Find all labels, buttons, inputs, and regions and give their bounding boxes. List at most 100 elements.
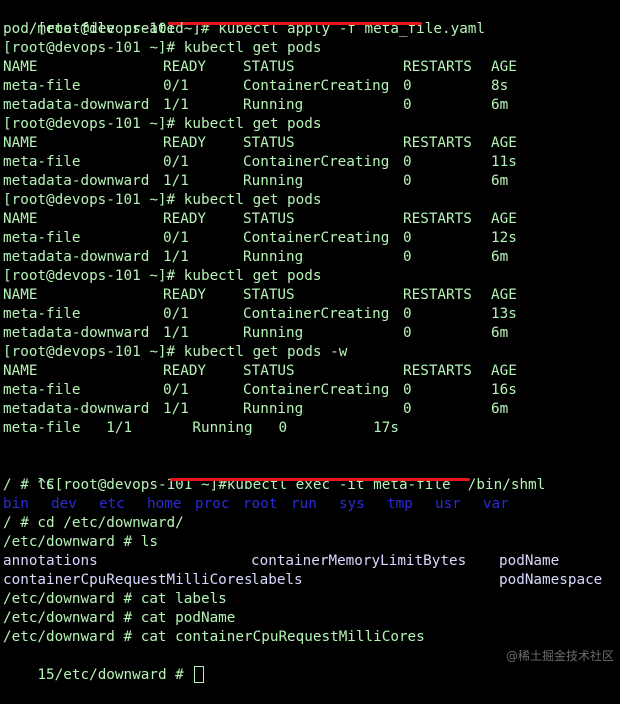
- table-row: meta-file 0/1 ContainerCreating 0 8s: [3, 77, 620, 96]
- cell: 16s: [491, 382, 517, 398]
- cell: STATUS: [243, 135, 295, 151]
- cell: ContainerCreating: [243, 382, 390, 398]
- directory-entry: var: [483, 496, 509, 512]
- command-line: [root@devops-101 ~]# kubectl get pods: [3, 116, 322, 132]
- cell: READY: [163, 59, 207, 75]
- cell: AGE: [491, 363, 517, 379]
- file-row: annotations containerMemoryLimitBytes podN…: [3, 552, 620, 571]
- cell: 0: [403, 230, 412, 246]
- cell: Running: [243, 249, 304, 265]
- cell: 13s: [491, 306, 517, 322]
- cell: Running: [243, 97, 304, 113]
- cell: 0/1: [163, 382, 189, 398]
- directory-entry: usr: [435, 496, 461, 512]
- file-entry: containerMemoryLimitBytes: [251, 553, 467, 569]
- cell: NAME: [3, 211, 38, 227]
- cell: Running: [243, 401, 304, 417]
- cell: 0: [403, 154, 412, 170]
- cell: RESTARTS: [403, 363, 472, 379]
- directory-entry: home: [147, 496, 182, 512]
- cell: 6m: [491, 325, 509, 341]
- cell: 0: [403, 325, 412, 341]
- cell: metadata-downward: [3, 249, 150, 265]
- table-row: meta-file 0/1 ContainerCreating 0 13s: [3, 305, 620, 324]
- table-row: meta-file 0/1 ContainerCreating 0 12s: [3, 229, 620, 248]
- table-row: metadata-downward 1/1 Running 0 6m: [3, 96, 620, 115]
- table-header: NAME READY STATUS RESTARTS AGE: [3, 286, 620, 305]
- cell: READY: [163, 287, 207, 303]
- cell: STATUS: [243, 59, 295, 75]
- cell: NAME: [3, 59, 38, 75]
- directory-entry: dev: [51, 496, 77, 512]
- final-prompt: 15/etc/downward #: [37, 667, 193, 683]
- cell: NAME: [3, 287, 38, 303]
- cell: 1/1: [163, 401, 189, 417]
- cell: meta-file: [3, 154, 81, 170]
- cell: RESTARTS: [403, 211, 472, 227]
- command-line: /etc/downward # cat containerCpuRequestM…: [3, 629, 425, 645]
- command-line: /etc/downward # cat labels: [3, 591, 227, 607]
- watch-update-line: meta-file 1/1 Running 0 17s: [3, 420, 399, 436]
- cell: 0: [403, 306, 412, 322]
- cell: NAME: [3, 363, 38, 379]
- watch-table: NAME READY STATUS RESTARTS AGE meta-file 0/1 Co…: [3, 362, 620, 419]
- table-row: meta-file 0/1 ContainerCreating 0 16s: [3, 381, 620, 400]
- root-dir-listing: bin dev etc home proc root run sys tmp usr var: [3, 495, 620, 514]
- cell: ContainerCreating: [243, 230, 390, 246]
- table-header: NAME READY STATUS RESTARTS AGE: [3, 210, 620, 229]
- cell: metadata-downward: [3, 173, 150, 189]
- cell: 1/1: [163, 97, 189, 113]
- cell: AGE: [491, 59, 517, 75]
- cell: 6m: [491, 173, 509, 189]
- command-line: [root@devops-101 ~]# kubectl get pods -w: [3, 344, 348, 360]
- table-row: metadata-downward 1/1 Running 0 6m: [3, 324, 620, 343]
- cell: 1/1: [163, 325, 189, 341]
- command-line: / # ls: [3, 477, 55, 493]
- downward-file-listing: annotations containerMemoryLimitBytes podN…: [3, 552, 620, 590]
- table-header: NAME READY STATUS RESTARTS AGE: [3, 134, 620, 153]
- cell: READY: [163, 211, 207, 227]
- cell: RESTARTS: [403, 135, 472, 151]
- cell: meta-file: [3, 306, 81, 322]
- cell: Running: [243, 325, 304, 341]
- cell: 0: [403, 173, 412, 189]
- table-row: metadata-downward 1/1 Running 0 6m: [3, 172, 620, 191]
- cell: STATUS: [243, 211, 295, 227]
- cell: RESTARTS: [403, 59, 472, 75]
- cell: meta-file: [3, 78, 81, 94]
- cell: NAME: [3, 135, 38, 151]
- cell: READY: [163, 363, 207, 379]
- file-row: containerCpuRequestMilliCoreslabels podNa…: [3, 571, 620, 590]
- table-header: NAME READY STATUS RESTARTS AGE: [3, 58, 620, 77]
- cell: READY: [163, 135, 207, 151]
- cell: AGE: [491, 287, 517, 303]
- file-entry: annotations: [3, 553, 98, 569]
- terminal-window[interactable]: [root@devops-101 ~]# kubectl apply -f me…: [0, 0, 620, 683]
- cell: 0: [403, 401, 412, 417]
- cell: ContainerCreating: [243, 78, 390, 94]
- cell: metadata-downward: [3, 401, 150, 417]
- directory-entry: bin: [3, 496, 29, 512]
- cell: 12s: [491, 230, 517, 246]
- command-line: ^C[root@devops-101 ~]#kubectl exec -it m…: [3, 457, 620, 493]
- cell: 6m: [491, 401, 509, 417]
- file-entry: podName: [499, 553, 560, 569]
- directory-entry: sys: [339, 496, 365, 512]
- cell: 8s: [491, 78, 509, 94]
- command-line: [root@devops-101 ~]# kubectl get pods: [3, 268, 322, 284]
- table-row: meta-file 0/1 ContainerCreating 0 11s: [3, 153, 620, 172]
- watermark: @稀土掘金技术社区: [505, 649, 614, 663]
- cell: 0: [403, 249, 412, 265]
- cell: RESTARTS: [403, 287, 472, 303]
- cell: 0/1: [163, 230, 189, 246]
- cell: 0/1: [163, 306, 189, 322]
- cell: meta-file: [3, 382, 81, 398]
- cell: ContainerCreating: [243, 154, 390, 170]
- cell: ContainerCreating: [243, 306, 390, 322]
- cell: 0: [403, 78, 412, 94]
- cell: metadata-downward: [3, 325, 150, 341]
- command-line: [root@devops-101 ~]# kubectl apply -f me…: [3, 1, 620, 37]
- cell: Running: [243, 173, 304, 189]
- cell: 1/1: [163, 173, 189, 189]
